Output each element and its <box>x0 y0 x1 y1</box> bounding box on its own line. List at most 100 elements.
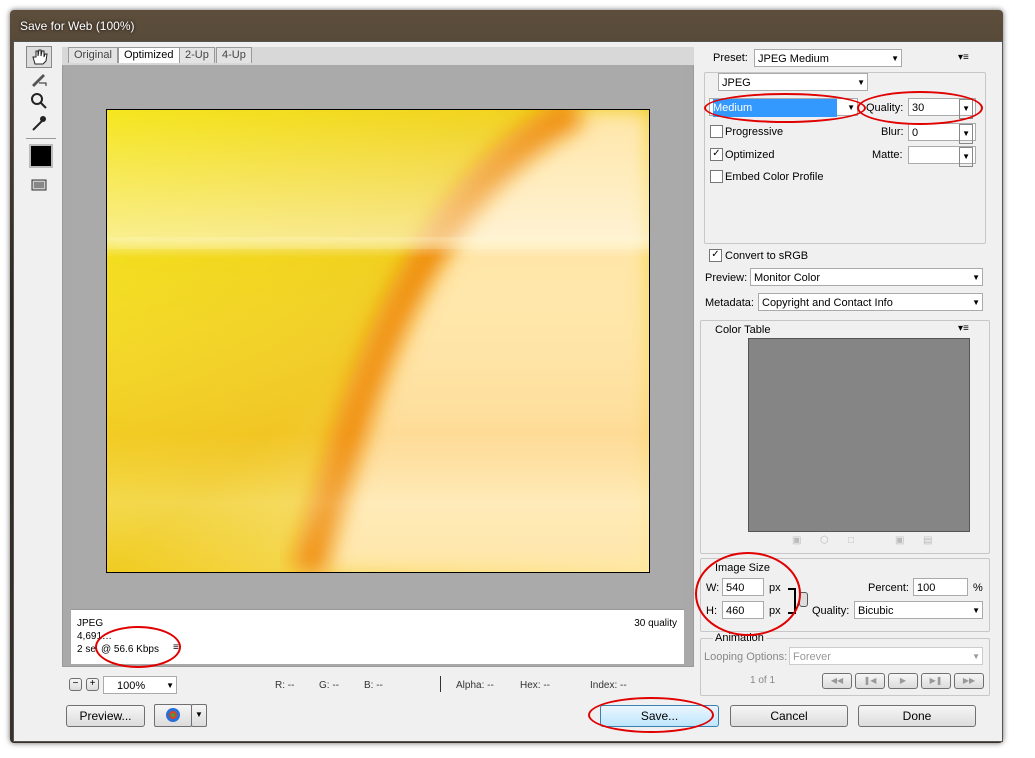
save-for-web-dialog: Save for Web (100%) Original Optimized 2… <box>0 0 1035 758</box>
tab-strip: Original Optimized 2-Up 4-Up <box>62 47 694 65</box>
percent-input[interactable]: 100 <box>913 578 968 596</box>
percent-value: 100 <box>917 582 936 594</box>
looping-select[interactable]: Forever ▼ <box>789 647 983 665</box>
chevron-down-icon: ▼ <box>959 147 973 167</box>
chevron-down-icon: ▼ <box>972 652 980 661</box>
preset-label: Preset: <box>713 52 748 64</box>
info-quality: 30 quality <box>634 618 677 629</box>
toolbox-divider <box>26 138 56 139</box>
blur-value: 0 <box>912 127 919 139</box>
annotation-circle-image-size <box>695 552 801 636</box>
metadata-select[interactable]: Copyright and Contact Info ▼ <box>758 293 983 311</box>
optimized-checkbox[interactable]: ✓ <box>710 148 723 161</box>
info-format: JPEG <box>77 618 104 629</box>
preview-mode-value: Monitor Color <box>754 272 821 284</box>
slice-select-tool-icon[interactable] <box>26 68 52 90</box>
zoom-in-button[interactable]: + <box>86 678 99 691</box>
percent-unit: % <box>973 582 983 594</box>
progressive-checkbox[interactable] <box>710 125 723 138</box>
optimized-label: Optimized <box>725 149 775 161</box>
preset-value: JPEG Medium <box>758 53 829 65</box>
frame-counter: 1 of 1 <box>750 675 776 686</box>
embed-profile-checkbox[interactable] <box>710 170 723 183</box>
color-table-title: Color Table <box>713 324 773 336</box>
preview-button[interactable]: Preview... <box>66 705 145 727</box>
trash-icon[interactable]: ▤ <box>923 535 932 546</box>
annotation-circle-save <box>588 697 714 733</box>
toggle-slices-icon[interactable] <box>26 174 52 196</box>
last-frame-icon[interactable]: ▶▶ <box>954 673 984 689</box>
toolbox <box>26 46 58 196</box>
cancel-button[interactable]: Cancel <box>730 705 848 727</box>
chevron-down-icon: ▼ <box>166 681 174 690</box>
readout-alpha: Alpha: -- <box>456 680 494 691</box>
readout-divider <box>440 676 441 692</box>
convert-srgb-label: Convert to sRGB <box>725 250 809 262</box>
zoom-out-button[interactable]: − <box>69 678 82 691</box>
zoom-level-select[interactable]: 100% ▼ <box>103 676 177 694</box>
annotation-circle-quality <box>857 91 983 125</box>
annotation-circle-rate <box>95 626 181 668</box>
zoom-tool-icon[interactable] <box>26 90 52 112</box>
color-table-grid[interactable] <box>748 338 970 532</box>
percent-label: Percent: <box>868 582 909 594</box>
animation-controls: ◀◀ ❚◀ ▶ ▶❚ ▶▶ <box>822 673 984 689</box>
play-icon[interactable]: ▶ <box>888 673 918 689</box>
first-frame-icon[interactable]: ◀◀ <box>822 673 852 689</box>
resample-quality-value: Bicubic <box>858 605 894 617</box>
web-shift-icon[interactable]: ⬡ <box>820 535 829 546</box>
metadata-value: Copyright and Contact Info <box>762 297 893 309</box>
tab-4up[interactable]: 4-Up <box>216 47 252 63</box>
preview-mode-label: Preview: <box>705 272 748 284</box>
convert-srgb-checkbox[interactable]: ✓ <box>709 249 722 262</box>
format-select[interactable]: JPEG ▼ <box>718 73 868 91</box>
info-download-time: 2 se <box>77 644 96 655</box>
format-value: JPEG <box>722 77 751 89</box>
chevron-down-icon: ▼ <box>972 273 980 282</box>
readout-hex: Hex: -- <box>520 680 550 691</box>
browser-preview-button[interactable] <box>154 704 192 727</box>
eyedropper-tool-icon[interactable] <box>26 112 52 134</box>
chevron-down-icon: ▼ <box>972 298 980 307</box>
window-title: Save for Web (100%) <box>20 19 135 33</box>
previous-frame-icon[interactable]: ❚◀ <box>855 673 885 689</box>
chevron-down-icon: ▼ <box>857 78 865 87</box>
matte-label: Matte: <box>872 149 903 161</box>
looping-value: Forever <box>793 651 831 663</box>
title-bar[interactable]: Save for Web (100%) <box>10 10 1003 40</box>
optimize-menu-icon[interactable]: ▾≡ <box>958 52 969 63</box>
eyedropper-color-swatch[interactable] <box>29 144 53 168</box>
readout-b: B: -- <box>364 680 383 691</box>
blur-input[interactable]: 0 ▼ <box>908 123 976 144</box>
color-table-toolbar: ▣ ⬡ □ ▣ ▤ <box>790 535 940 549</box>
tab-optimized[interactable]: Optimized <box>118 47 180 63</box>
preset-select[interactable]: JPEG Medium ▼ <box>754 49 902 67</box>
progressive-label: Progressive <box>725 126 784 138</box>
browser-menu-chevron-down-icon[interactable]: ▼ <box>191 704 207 727</box>
map-transparent-icon[interactable]: ▣ <box>792 535 801 546</box>
zoom-level-value: 100% <box>117 680 146 692</box>
lock-icon[interactable]: □ <box>848 535 854 546</box>
optimized-image-preview[interactable] <box>106 109 650 573</box>
color-table-menu-icon[interactable]: ▾≡ <box>958 323 969 334</box>
chevron-down-icon: ▼ <box>891 54 899 63</box>
resample-quality-select[interactable]: Bicubic ▼ <box>854 601 983 619</box>
preview-mode-select[interactable]: Monitor Color ▼ <box>750 268 983 286</box>
chevron-down-icon: ▼ <box>959 124 973 144</box>
done-button[interactable]: Done <box>858 705 976 727</box>
annotation-circle-compression <box>704 93 866 123</box>
readout-index: Index: -- <box>590 680 627 691</box>
embed-profile-label: Embed Color Profile <box>725 171 824 183</box>
readout-g: G: -- <box>319 680 339 691</box>
readout-r: R: -- <box>275 680 295 691</box>
blur-label: Blur: <box>881 126 904 138</box>
tab-original[interactable]: Original <box>68 47 118 63</box>
tab-2up[interactable]: 2-Up <box>179 47 215 63</box>
next-frame-icon[interactable]: ▶❚ <box>921 673 951 689</box>
matte-select[interactable]: ▼ <box>908 146 976 167</box>
looping-label: Looping Options: <box>704 651 788 663</box>
resample-quality-label: Quality: <box>812 605 850 617</box>
hand-tool-icon[interactable] <box>26 46 52 68</box>
metadata-label: Metadata: <box>705 297 754 309</box>
new-color-icon[interactable]: ▣ <box>895 535 904 546</box>
